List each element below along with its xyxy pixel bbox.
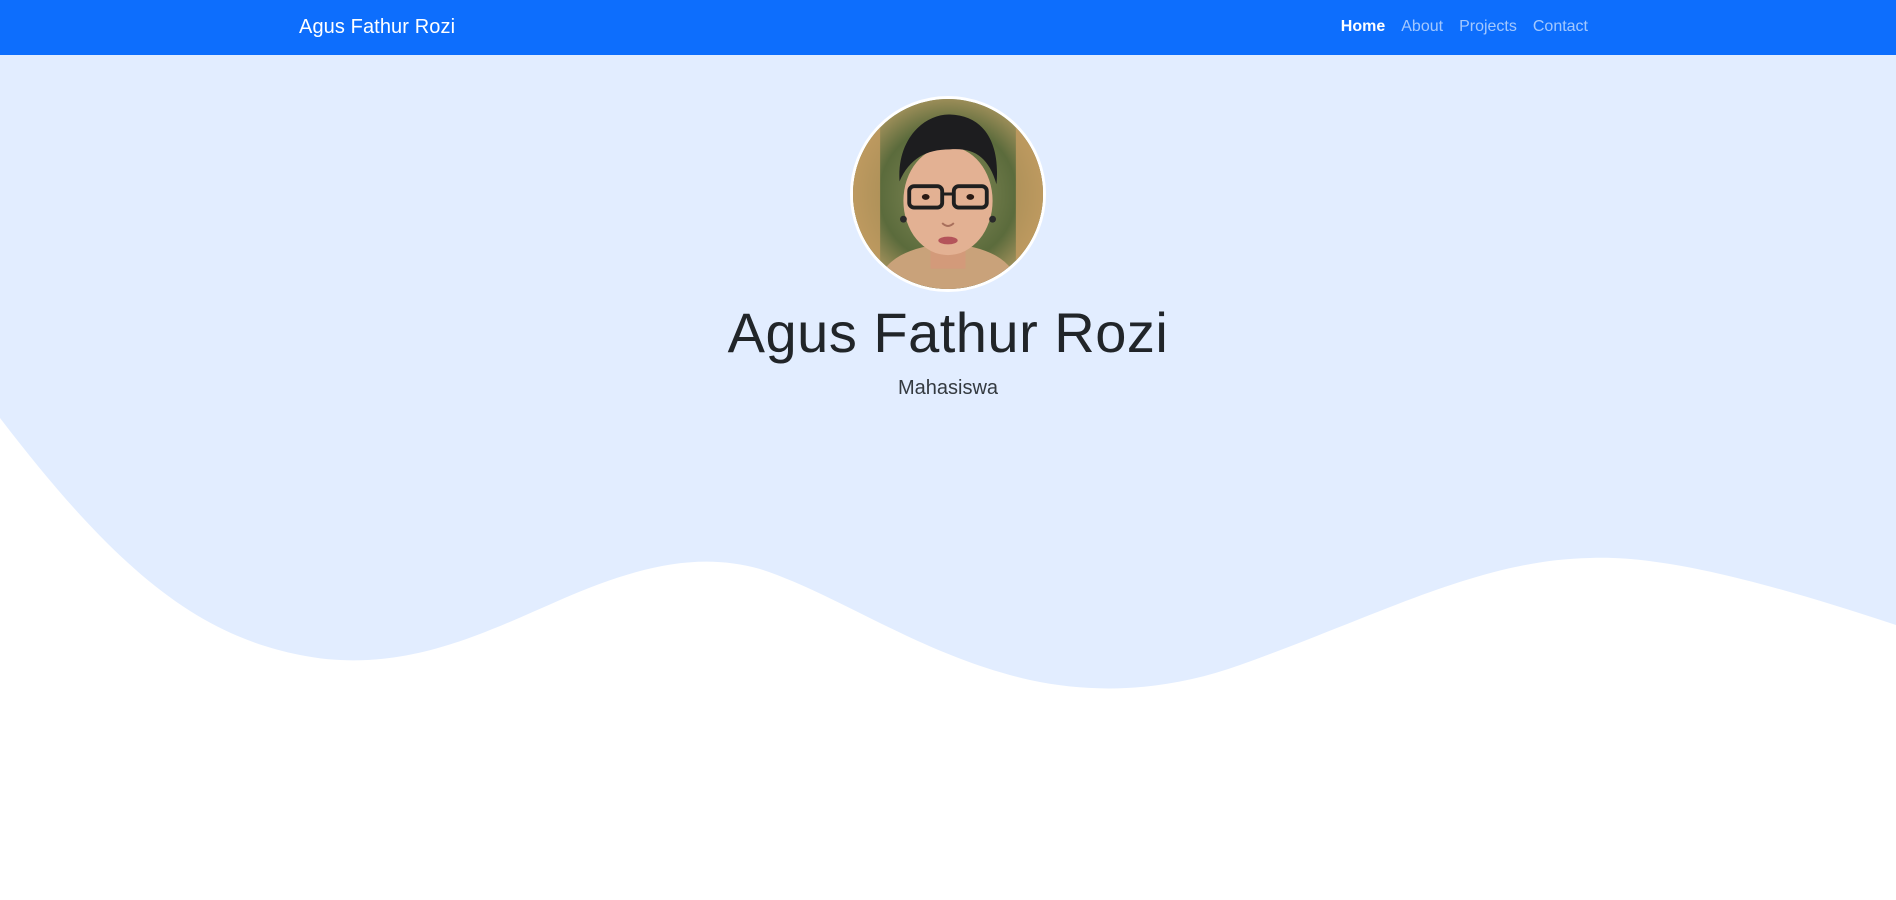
- nav-link-projects[interactable]: Projects: [1459, 16, 1517, 38]
- navbar: Agus Fathur Rozi Home About Projects Con…: [0, 0, 1896, 55]
- nav-menu: Home About Projects Contact: [1325, 16, 1588, 38]
- nav-item-contact: Contact: [1533, 16, 1588, 38]
- nav-item-home: Home: [1341, 16, 1385, 38]
- nav-item-about: About: [1401, 16, 1443, 38]
- hero-section: Agus Fathur Rozi Mahasiswa: [0, 55, 1896, 900]
- hero-name: Agus Fathur Rozi: [727, 301, 1169, 364]
- profile-photo-icon: [853, 99, 1043, 289]
- hero-subtitle: Mahasiswa: [897, 377, 999, 399]
- profile-avatar: [850, 96, 1046, 292]
- nav-item-projects: Projects: [1459, 16, 1517, 38]
- navbar-brand[interactable]: Agus Fathur Rozi: [299, 14, 455, 41]
- nav-link-contact[interactable]: Contact: [1533, 16, 1588, 38]
- nav-link-home[interactable]: Home: [1341, 16, 1385, 38]
- nav-link-about[interactable]: About: [1401, 16, 1443, 38]
